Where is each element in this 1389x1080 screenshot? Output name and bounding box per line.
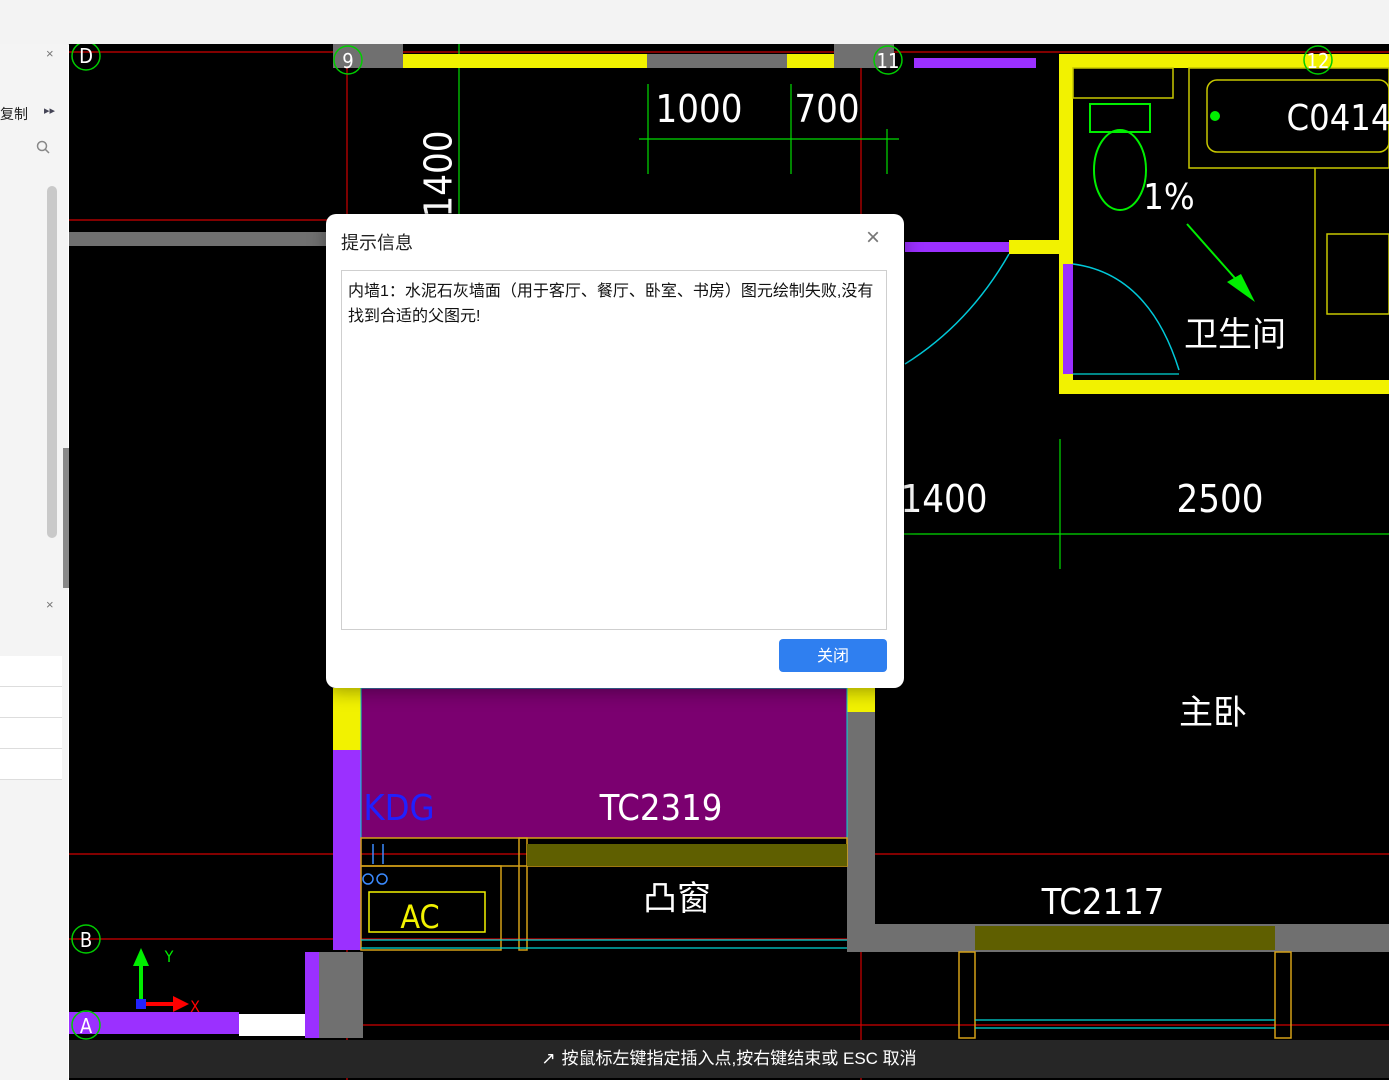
dialog-message: 内墙1：水泥石灰墙面（用于客厅、餐厅、卧室、书房）图元绘制失败,没有找到合适的父… (348, 283, 874, 325)
dim-700: 700 (794, 87, 859, 131)
axis-label-a: A (80, 1014, 93, 1038)
double-chevron-right-icon[interactable]: ▸▸ (44, 104, 55, 117)
dim-2500: 2500 (1177, 477, 1264, 521)
label-c0414: C0414 (1286, 98, 1389, 139)
close-button[interactable]: 关闭 (779, 639, 887, 672)
dim-1400-vertical: 1400 (417, 131, 461, 218)
search-icon[interactable] (36, 140, 50, 157)
cursor-icon: ↗ (541, 1049, 556, 1068)
label-slope: 1% (1143, 177, 1194, 218)
panel-close-icon[interactable]: × (46, 46, 54, 61)
panel-scrollbar[interactable] (47, 186, 57, 538)
label-master-bedroom: 主卧 (1179, 693, 1247, 733)
property-row[interactable] (0, 656, 62, 687)
property-row[interactable] (0, 749, 62, 780)
property-row[interactable] (0, 718, 62, 749)
label-bay-window: 凸窗 (643, 879, 711, 919)
close-icon[interactable]: × (866, 226, 880, 250)
command-prompt: 按鼠标左键指定插入点,按右键结束或 ESC 取消 (561, 1049, 917, 1068)
panel2-close-icon[interactable]: × (46, 597, 54, 612)
dialog-title: 提示信息 (341, 233, 413, 253)
axis-label-d: D (79, 44, 93, 68)
property-row[interactable] (0, 687, 62, 718)
axis-label-12: 12 (1307, 49, 1330, 73)
top-toolbar (0, 0, 1389, 45)
label-tc2117: TC2117 (1041, 882, 1165, 923)
label-bathroom: 卫生间 (1184, 315, 1286, 355)
ucs-y-label: Y (164, 947, 174, 966)
left-panel: × 复制 ▸▸ × (0, 44, 68, 1080)
label-ac: AC (400, 898, 439, 936)
dim-1400: 1400 (901, 477, 988, 521)
message-dialog: 提示信息 × 内墙1：水泥石灰墙面（用于客厅、餐厅、卧室、书房）图元绘制失败,没… (326, 214, 904, 688)
label-kdg: KDG (363, 788, 434, 829)
ucs-x-label: X (190, 997, 200, 1016)
dim-1000: 1000 (656, 87, 743, 131)
label-tc2319: TC2319 (599, 788, 723, 829)
axis-label-b: B (80, 928, 92, 952)
axis-label-9: 9 (342, 49, 353, 73)
message-textbox[interactable]: 内墙1：水泥石灰墙面（用于客厅、餐厅、卧室、书房）图元绘制失败,没有找到合适的父… (341, 270, 887, 630)
copy-label[interactable]: 复制 (0, 104, 28, 124)
command-status-bar: ↗ 按鼠标左键指定插入点,按右键结束或 ESC 取消 (69, 1040, 1389, 1078)
axis-label-11: 11 (877, 49, 900, 73)
